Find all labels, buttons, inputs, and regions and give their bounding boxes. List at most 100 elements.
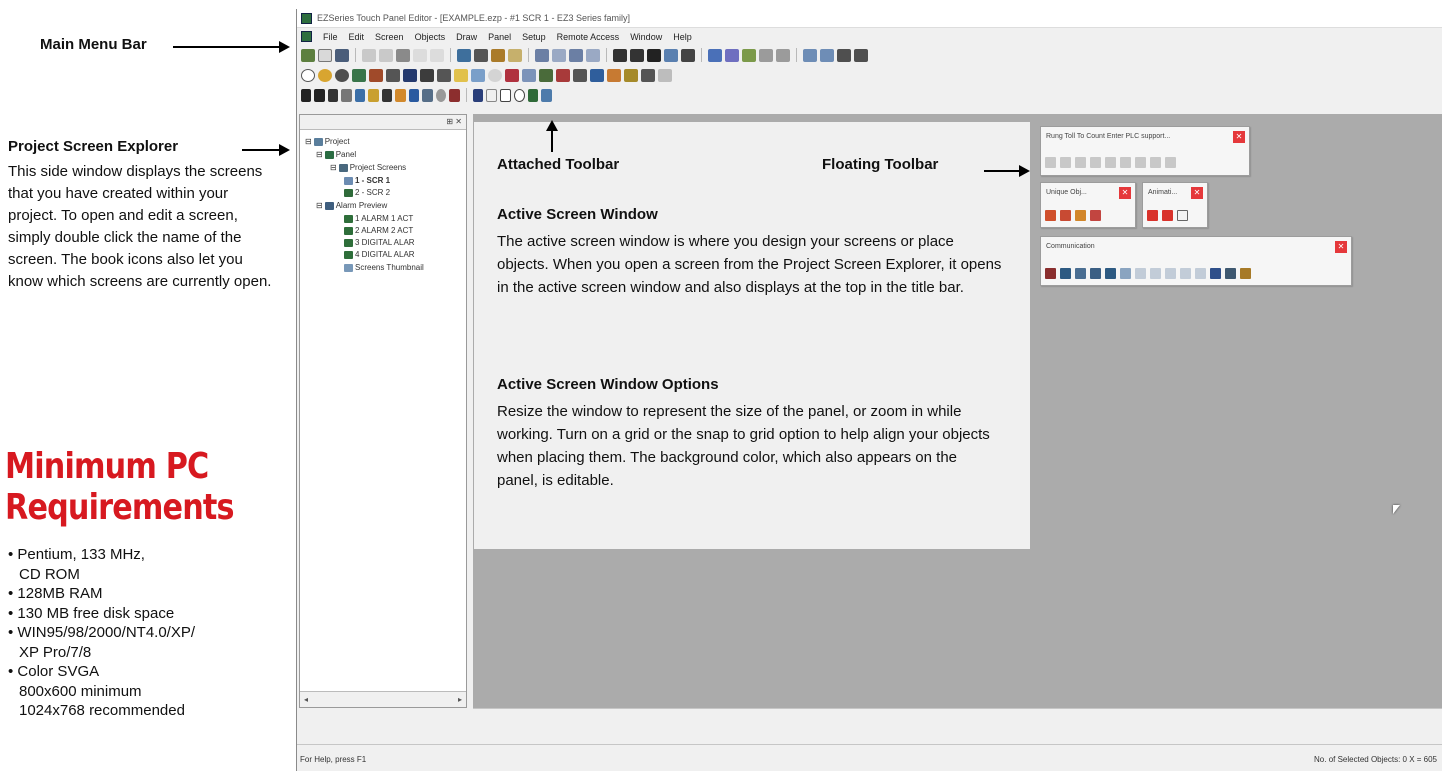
comm-icon[interactable] <box>1225 268 1236 279</box>
menu-remote-access[interactable]: Remote Access <box>557 32 620 42</box>
comm-icon[interactable] <box>1195 268 1206 279</box>
layer-icon[interactable] <box>541 88 552 102</box>
text-style-icon[interactable] <box>314 88 325 102</box>
comm-icon[interactable] <box>1135 268 1146 279</box>
line-tool-icon[interactable] <box>486 88 498 102</box>
lines-icon[interactable] <box>408 88 420 102</box>
chart-icon[interactable] <box>539 68 553 82</box>
redo-icon[interactable] <box>430 48 444 62</box>
animation-icon[interactable] <box>1147 210 1158 221</box>
floating-toolbar-rung[interactable]: Rung Toll To Count Enter PLC support... … <box>1040 126 1250 176</box>
comm-icon[interactable] <box>1240 268 1251 279</box>
tools-icon[interactable] <box>664 48 678 62</box>
switch-icon[interactable] <box>352 68 366 82</box>
slider-icon[interactable] <box>386 68 400 82</box>
animation-frame-icon[interactable] <box>1177 210 1188 221</box>
tree-item-alarm[interactable]: 2 ALARM 2 ACT <box>344 226 413 236</box>
bar-graph-icon[interactable] <box>420 68 434 82</box>
floating-toolbar-unique-objects[interactable]: Unique Obj... ✕ <box>1040 182 1136 228</box>
star-icon[interactable] <box>381 88 393 102</box>
comm-icon[interactable] <box>1120 268 1131 279</box>
tree-item-screen-1[interactable]: 1 - SCR 1 <box>344 176 390 186</box>
paste-icon[interactable] <box>396 48 410 62</box>
open-project-icon[interactable] <box>301 48 315 62</box>
clock-icon[interactable] <box>488 68 502 82</box>
save-icon[interactable] <box>335 48 349 62</box>
trend-icon[interactable] <box>522 68 536 82</box>
snap-grid-icon[interactable] <box>630 48 644 62</box>
explorer-horizontal-scrollbar[interactable]: ◂ ▸ <box>300 691 466 707</box>
pie-icon[interactable] <box>435 88 447 102</box>
rectangle-tool-icon[interactable] <box>500 88 512 102</box>
tree-item-panel[interactable]: ⊟ Panel <box>316 150 356 160</box>
tree-item-project[interactable]: ⊟ Project <box>305 137 350 147</box>
lamp-icon[interactable] <box>335 68 349 82</box>
rung-contact-icon[interactable] <box>1135 157 1146 168</box>
workspace-horizontal-scrollbar[interactable] <box>473 708 1442 724</box>
fill-icon[interactable] <box>528 88 539 102</box>
bring-front-icon[interactable] <box>837 48 851 62</box>
unique-object-icon[interactable] <box>1075 210 1086 221</box>
more-objects-icon[interactable] <box>658 68 672 82</box>
rung-box-icon[interactable] <box>1165 157 1176 168</box>
help-icon[interactable] <box>491 48 505 62</box>
device-icon[interactable] <box>742 48 756 62</box>
menu-draw[interactable]: Draw <box>456 32 477 42</box>
zoom-out-icon[interactable] <box>552 48 566 62</box>
menu-setup[interactable]: Setup <box>522 32 546 42</box>
tree-item-alarm[interactable]: 1 ALARM 1 ACT <box>344 214 413 224</box>
rung-end-icon[interactable] <box>1075 157 1086 168</box>
comm-icon[interactable] <box>1060 268 1071 279</box>
indicator-icon[interactable] <box>318 68 332 82</box>
tree-item-screen-2[interactable]: 2 - SCR 2 <box>344 188 390 198</box>
document-icon[interactable] <box>301 31 312 42</box>
unique-object-icon[interactable] <box>1045 210 1056 221</box>
context-help-icon[interactable] <box>508 48 522 62</box>
keypad-icon[interactable] <box>590 68 604 82</box>
picture-icon[interactable] <box>395 88 406 102</box>
meter-icon[interactable] <box>403 68 417 82</box>
rung-cross-icon[interactable] <box>1105 157 1116 168</box>
gauge-icon[interactable] <box>422 88 433 102</box>
hash-grid-icon[interactable] <box>647 48 661 62</box>
close-icon[interactable]: ✕ <box>1119 187 1131 199</box>
align-center-icon[interactable] <box>776 48 790 62</box>
transfer-icon[interactable] <box>708 48 722 62</box>
menu-help[interactable]: Help <box>673 32 692 42</box>
recipe-icon[interactable] <box>573 68 587 82</box>
group-icon[interactable] <box>803 48 817 62</box>
close-icon[interactable]: ✕ <box>1233 131 1245 143</box>
screen-icon[interactable] <box>457 48 471 62</box>
panel-settings-icon[interactable] <box>681 48 695 62</box>
numeric-display-icon[interactable] <box>437 68 451 82</box>
cut-icon[interactable] <box>362 48 376 62</box>
zoom-fit-icon[interactable] <box>586 48 600 62</box>
floating-toolbar-animation[interactable]: Animati... ✕ <box>1142 182 1208 228</box>
panel-link-icon[interactable] <box>725 48 739 62</box>
rung-t-icon[interactable] <box>1090 157 1101 168</box>
thumbwheel-icon[interactable] <box>607 68 621 82</box>
rung-line-icon[interactable] <box>1045 157 1056 168</box>
align-left-icon[interactable] <box>759 48 773 62</box>
tree-item-screens-thumbnail[interactable]: Screens Thumbnail <box>344 263 424 273</box>
rung-up-icon[interactable] <box>1120 157 1131 168</box>
floating-toolbar-communication[interactable]: Communication ✕ <box>1040 236 1352 286</box>
comm-icon[interactable] <box>1150 268 1161 279</box>
unique-object-icon[interactable] <box>1090 210 1101 221</box>
comm-icon[interactable] <box>1075 268 1086 279</box>
new-file-icon[interactable] <box>318 48 332 62</box>
tree-item-alarm[interactable]: 4 DIGITAL ALAR <box>344 250 415 260</box>
message-icon[interactable] <box>454 68 468 82</box>
print-icon[interactable] <box>474 48 488 62</box>
line-chart-icon[interactable] <box>556 68 570 82</box>
alarm-display-icon[interactable] <box>505 68 519 82</box>
text-color-icon[interactable] <box>327 88 339 102</box>
menu-edit[interactable]: Edit <box>349 32 365 42</box>
comm-icon[interactable] <box>1165 268 1176 279</box>
send-back-icon[interactable] <box>854 48 868 62</box>
animation-icon[interactable] <box>1162 210 1173 221</box>
tree-item-alarm[interactable]: 3 DIGITAL ALAR <box>344 238 415 248</box>
tree-item-alarm-preview[interactable]: ⊟ Alarm Preview <box>316 201 387 211</box>
menu-file[interactable]: File <box>323 32 338 42</box>
comm-icon[interactable] <box>1210 268 1221 279</box>
